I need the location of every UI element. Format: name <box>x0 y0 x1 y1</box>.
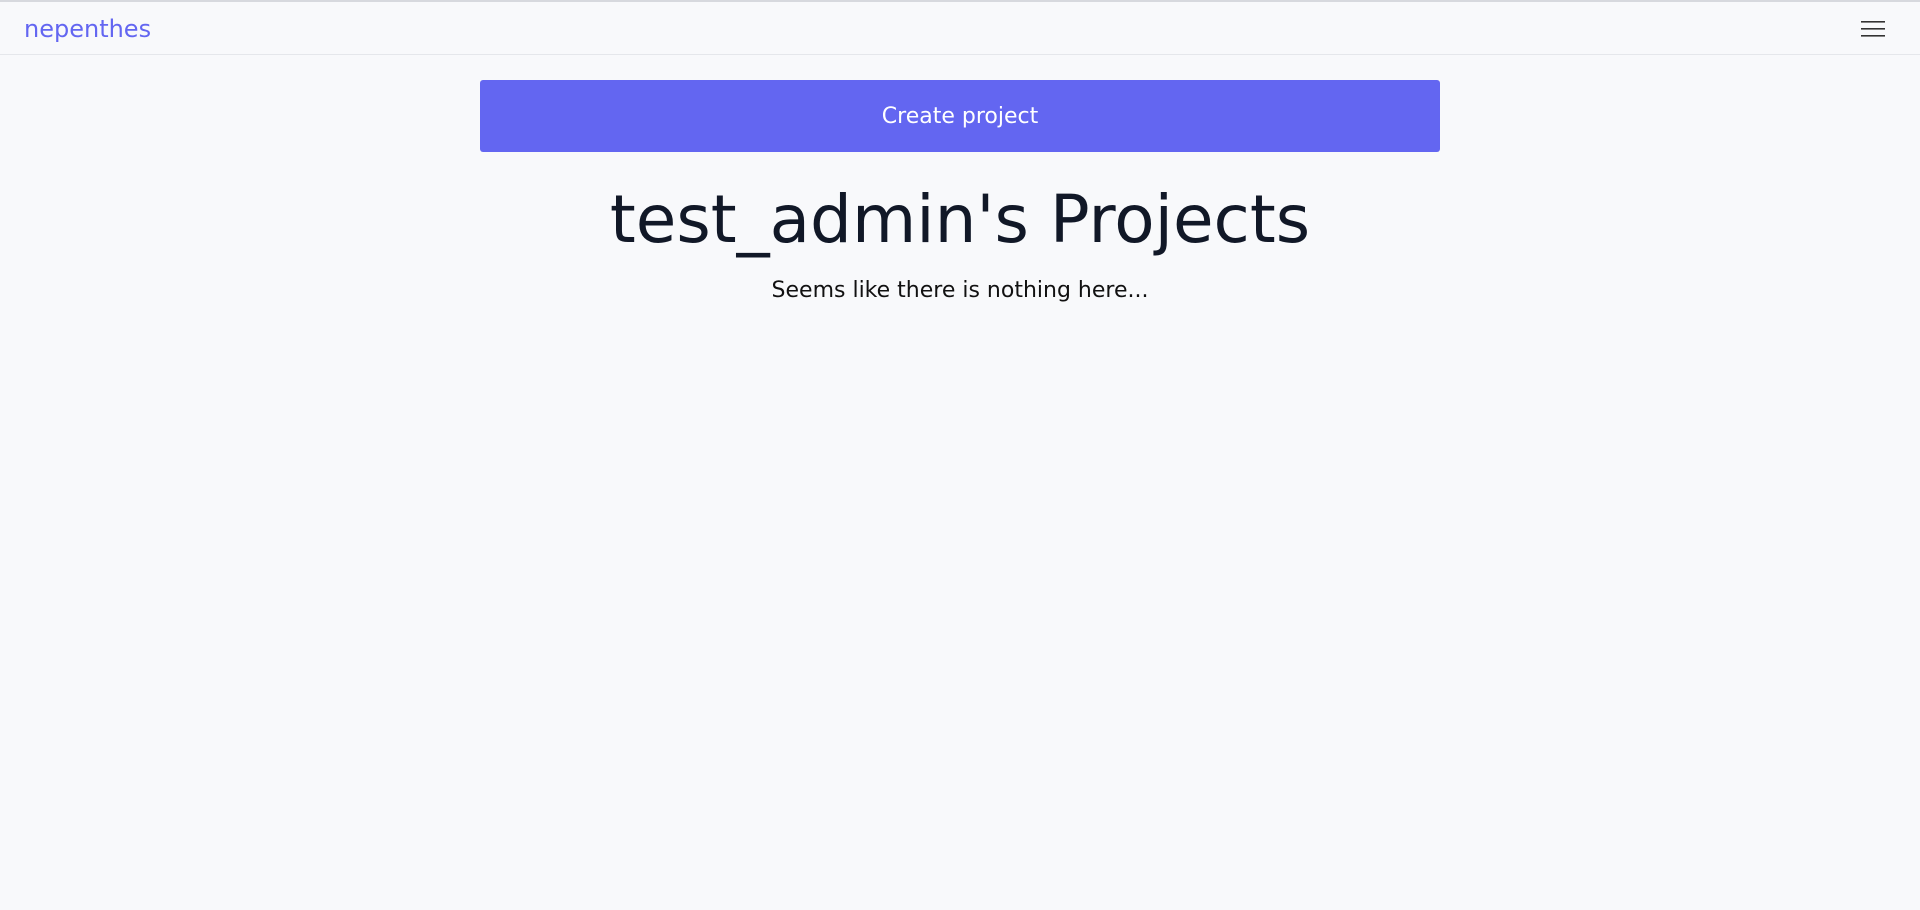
menu-toggle-button[interactable] <box>1858 15 1888 43</box>
empty-state-message: Seems like there is nothing here... <box>771 278 1149 303</box>
page-title: test_admin's Projects <box>609 181 1311 258</box>
top-navbar: nepenthes <box>0 2 1920 55</box>
main-content: Create project test_admin's Projects See… <box>480 80 1440 306</box>
brand-link[interactable]: nepenthes <box>24 14 151 44</box>
create-project-button[interactable]: Create project <box>480 80 1440 152</box>
hamburger-menu-icon <box>1861 21 1885 37</box>
